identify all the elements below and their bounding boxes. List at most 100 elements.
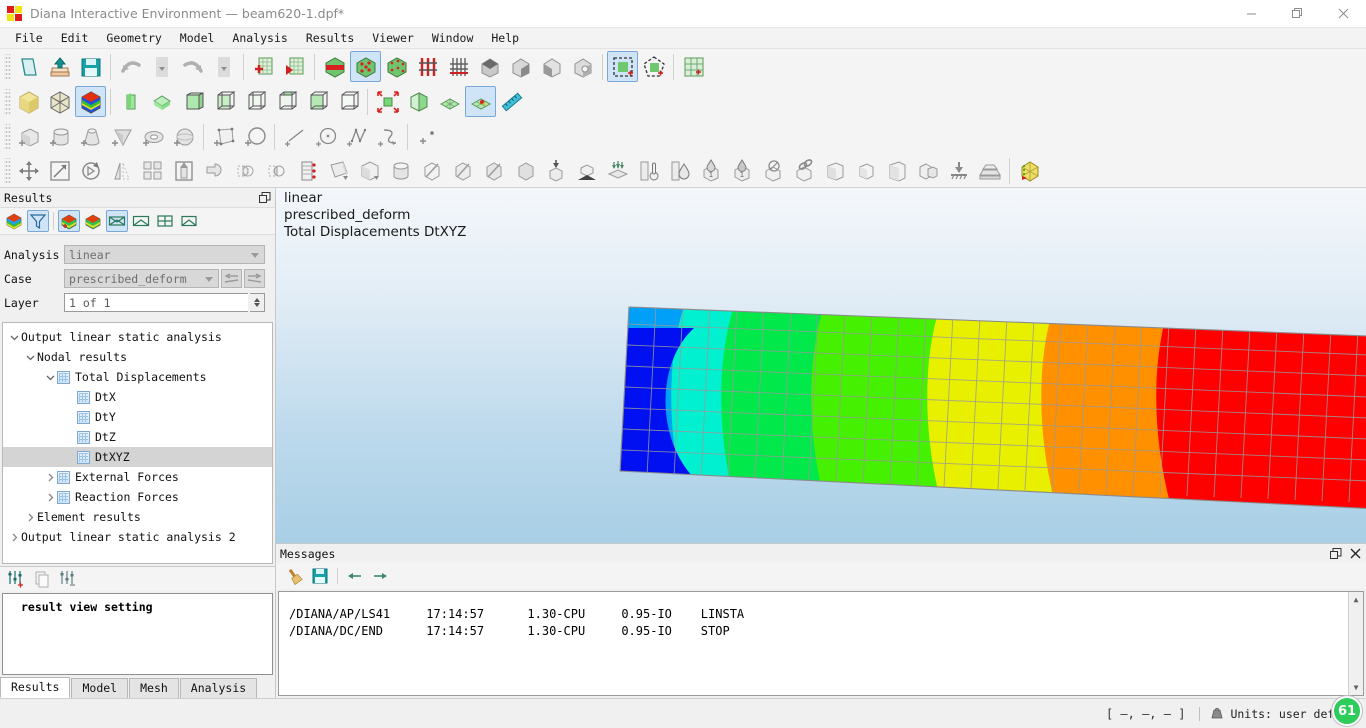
reinforce-circle-button[interactable] — [757, 155, 788, 186]
phase-1-button[interactable]: 1 — [695, 155, 726, 186]
redo-button[interactable] — [177, 51, 208, 82]
solid-material-button[interactable] — [354, 155, 385, 186]
layer-input[interactable]: 1 of 1 — [64, 293, 248, 312]
model-viewport[interactable]: linear prescribed_deform Total Displacem… — [276, 188, 1366, 543]
tab-model[interactable]: Model — [71, 678, 129, 698]
undo-dropdown-button[interactable] — [146, 51, 177, 82]
phase-2-button[interactable]: 1 — [726, 155, 757, 186]
create-polygon-button[interactable] — [208, 121, 239, 152]
add-mesh-button[interactable] — [248, 51, 279, 82]
create-point-button[interactable] — [412, 121, 443, 152]
menu-help[interactable]: Help — [482, 30, 528, 46]
view-iso-button[interactable] — [115, 86, 146, 117]
result-envelope-button[interactable] — [130, 210, 152, 232]
menu-window[interactable]: Window — [423, 30, 483, 46]
menu-analysis[interactable]: Analysis — [223, 30, 296, 46]
poly-select-button[interactable] — [638, 51, 669, 82]
moisture-button[interactable] — [664, 155, 695, 186]
tree-node-9[interactable]: Element results — [3, 507, 272, 527]
create-spline-button[interactable] — [372, 121, 403, 152]
analysis-select[interactable]: linear — [64, 245, 265, 264]
intersect-button[interactable] — [261, 155, 292, 186]
model-points-button[interactable] — [350, 51, 381, 82]
case-select[interactable]: prescribed_deform — [64, 269, 219, 288]
menu-geometry[interactable]: Geometry — [97, 30, 170, 46]
temperature-button[interactable] — [633, 155, 664, 186]
case-next-button[interactable] — [244, 269, 265, 288]
create-wedge-button[interactable] — [106, 121, 137, 152]
copy-view-setting-button[interactable] — [31, 568, 53, 590]
restore-icon[interactable] — [1274, 0, 1320, 28]
mirror-button[interactable] — [106, 155, 137, 186]
case-previous-button[interactable] — [221, 269, 242, 288]
result-contour-button[interactable] — [3, 210, 25, 232]
toolbar-grip-icon[interactable] — [4, 88, 11, 115]
tab-mesh[interactable]: Mesh — [129, 678, 179, 698]
sheet-button[interactable] — [323, 155, 354, 186]
translate-button[interactable] — [13, 155, 44, 186]
anchor-button[interactable] — [943, 155, 974, 186]
open-file-button[interactable] — [44, 51, 75, 82]
section-1-button[interactable] — [416, 155, 447, 186]
create-polyline-button[interactable] — [341, 121, 372, 152]
element-set-4-button[interactable] — [912, 155, 943, 186]
create-cylinder-button[interactable] — [44, 121, 75, 152]
save-file-button[interactable] — [75, 51, 106, 82]
create-block-button[interactable] — [13, 121, 44, 152]
add-view-setting-button[interactable] — [5, 568, 27, 590]
grid-lines-red-button[interactable] — [412, 51, 443, 82]
result-deform-button[interactable] — [82, 210, 104, 232]
result-filter-button[interactable] — [27, 210, 49, 232]
float-dock-icon[interactable] — [259, 191, 271, 204]
section-2-button[interactable] — [447, 155, 478, 186]
tree-node-8[interactable]: Reaction Forces — [3, 487, 272, 507]
element-set-1-button[interactable] — [819, 155, 850, 186]
result-export-button[interactable] — [178, 210, 200, 232]
union-button[interactable] — [199, 155, 230, 186]
chevron-down-icon[interactable] — [7, 330, 21, 344]
result-deform-marked-button[interactable] — [58, 210, 80, 232]
scroll-up-icon[interactable]: ▲ — [1349, 592, 1364, 607]
tree-node-1[interactable]: Nodal results — [3, 347, 272, 367]
model-nodes-button[interactable] — [381, 51, 412, 82]
tree-node-2[interactable]: Total Displacements — [3, 367, 272, 387]
float-messages-icon[interactable] — [1330, 547, 1342, 560]
load-distributed-button[interactable] — [602, 155, 633, 186]
array-button[interactable] — [137, 155, 168, 186]
next-message-button[interactable] — [369, 565, 391, 587]
mesh-plane-button[interactable] — [434, 86, 465, 117]
cut-view-2-button[interactable] — [505, 51, 536, 82]
mesh-plane-marked-button[interactable] — [465, 86, 496, 117]
messages-scrollbar[interactable]: ▲ ▼ — [1348, 592, 1363, 695]
half-model-button[interactable] — [403, 86, 434, 117]
section-3-button[interactable] — [478, 155, 509, 186]
layer-stack-button[interactable] — [974, 155, 1005, 186]
toolbar-grip-icon[interactable] — [4, 123, 11, 150]
rotate-button[interactable] — [75, 155, 106, 186]
shade-wire-button[interactable] — [44, 86, 75, 117]
scale-button[interactable] — [44, 155, 75, 186]
rect-select-button[interactable] — [607, 51, 638, 82]
chevron-down-icon[interactable] — [43, 370, 57, 384]
close-icon[interactable] — [1320, 0, 1366, 28]
tree-node-4[interactable]: DtY — [3, 407, 272, 427]
cut-view-4-button[interactable] — [567, 51, 598, 82]
view-box-5-button[interactable] — [301, 86, 332, 117]
support-button[interactable] — [571, 155, 602, 186]
create-circle-button[interactable] — [239, 121, 270, 152]
reinforce-link-button[interactable] — [788, 155, 819, 186]
chevron-right-icon[interactable] — [43, 470, 57, 484]
view-box-6-button[interactable] — [332, 86, 363, 117]
zoom-fit-button[interactable] — [372, 86, 403, 117]
tree-node-3[interactable]: DtX — [3, 387, 272, 407]
tab-results[interactable]: Results — [0, 677, 71, 698]
minimize-icon[interactable] — [1228, 0, 1274, 28]
tree-node-7[interactable]: External Forces — [3, 467, 272, 487]
view-box-3-button[interactable] — [239, 86, 270, 117]
model-cube-button[interactable] — [1014, 155, 1045, 186]
menu-edit[interactable]: Edit — [52, 30, 98, 46]
tree-node-5[interactable]: DtZ — [3, 427, 272, 447]
view-box-1-button[interactable] — [177, 86, 208, 117]
toolbar-grip-icon[interactable] — [4, 157, 11, 184]
create-sphere-button[interactable] — [168, 121, 199, 152]
